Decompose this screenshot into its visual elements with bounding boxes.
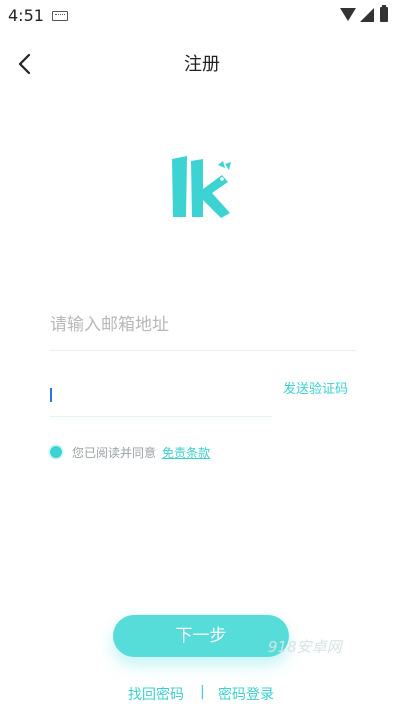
status-bar: 4:51 (0, 0, 404, 30)
watermark: 918安卓网 (268, 638, 342, 656)
verification-code-input[interactable] (50, 368, 272, 417)
find-password-link[interactable]: 找回密码 (128, 684, 184, 704)
terms-link[interactable]: 免责条款 (162, 444, 210, 461)
page-title: 注册 (184, 54, 220, 75)
link-divider: | (200, 684, 205, 700)
password-login-link[interactable]: 密码登录 (218, 684, 274, 704)
app-logo (170, 155, 234, 221)
bottom-links: 找回密码 | 密码登录 (0, 684, 404, 706)
agree-radio[interactable] (50, 446, 62, 458)
status-icons (334, 5, 394, 24)
text-caret (50, 388, 52, 402)
status-time: 4:51 (8, 6, 44, 25)
header: 注册 (0, 40, 404, 84)
agree-text: 您已阅读并同意 (72, 446, 157, 460)
battery-icon (380, 5, 388, 22)
next-button[interactable]: 下一步 (113, 615, 289, 657)
keyboard-icon (52, 11, 68, 21)
send-code-button[interactable]: 发送验证码 (283, 378, 348, 397)
email-input[interactable] (50, 300, 356, 351)
wifi-icon (340, 8, 356, 21)
signal-icon (360, 8, 374, 22)
